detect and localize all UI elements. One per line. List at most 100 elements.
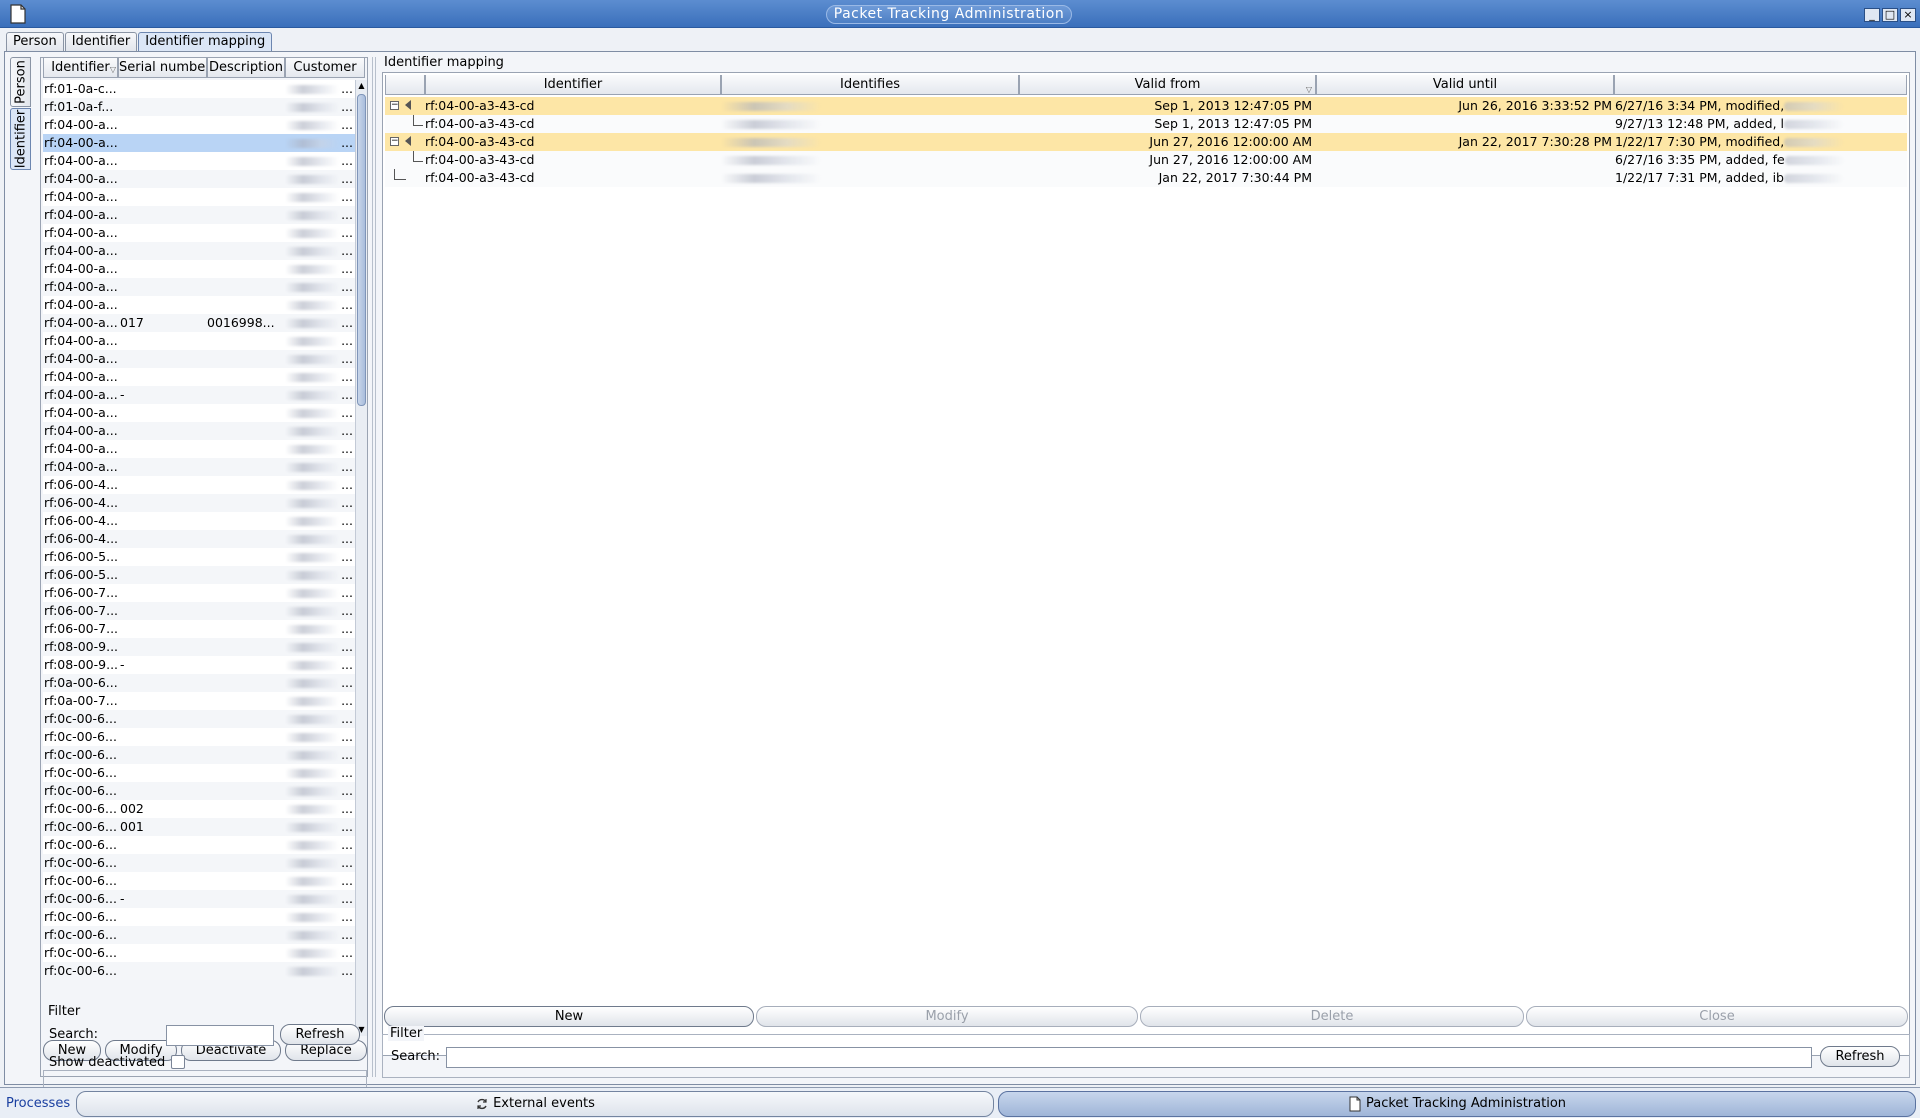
table-row[interactable]: rf:0c-00-6...... [43,908,355,926]
table-row[interactable]: rf:0c-00-6... 002... [43,800,355,818]
redacted-value [285,427,339,436]
table-row[interactable]: rf:04-00-a3-43-cd Jun 27, 2016 12:00:00 A… [385,151,1907,169]
column-header-customer[interactable]: Customer [285,58,365,78]
column-header-tree[interactable] [385,75,425,95]
close-window-button[interactable]: × [1900,8,1916,22]
table-row[interactable]: rf:04-00-a...... [43,206,355,224]
table-row[interactable]: rf:0c-00-6...... [43,782,355,800]
table-row[interactable]: rf:0c-00-6...... [43,926,355,944]
table-row[interactable]: rf:0c-00-6...... [43,746,355,764]
show-deactivated-checkbox[interactable] [171,1055,185,1069]
right-refresh-button[interactable]: Refresh [1820,1046,1900,1067]
table-row[interactable]: rf:0c-00-6...... [43,944,355,962]
column-header-valid-from[interactable]: Valid from ▽ [1019,75,1316,95]
table-row[interactable]: rf:04-00-a... -... [43,386,355,404]
table-row[interactable]: rf:06-00-5...... [43,548,355,566]
table-row[interactable]: rf:06-00-5...... [43,566,355,584]
table-row[interactable]: − rf:04-00-a3-43-cd Sep 1, 2013 12:47:05 P… [385,97,1907,115]
cell-serial-number [118,224,207,242]
table-row[interactable]: rf:04-00-a...... [43,242,355,260]
new-mapping-button[interactable]: New [384,1006,754,1027]
table-row[interactable]: rf:04-00-a...... [43,152,355,170]
table-row[interactable]: rf:04-00-a...... [43,278,355,296]
table-row[interactable]: rf:04-00-a...... [43,170,355,188]
table-row[interactable]: rf:06-00-7...... [43,620,355,638]
table-row[interactable]: rf:0c-00-6...... [43,728,355,746]
cell-serial-number [118,116,207,134]
table-row[interactable]: rf:04-00-a...... [43,224,355,242]
table-row[interactable]: rf:04-00-a...... [43,260,355,278]
table-row[interactable]: rf:04-00-a...... [43,134,355,152]
task-packet-tracking-administration[interactable]: Packet Tracking Administration [998,1091,1916,1117]
maximize-button[interactable]: □ [1882,8,1898,22]
table-row[interactable]: rf:0a-00-7...... [43,692,355,710]
table-row[interactable]: rf:01-0a-c...... [43,80,355,98]
table-row[interactable]: rf:04-00-a...... [43,404,355,422]
column-header-history[interactable] [1614,75,1907,95]
table-row[interactable]: rf:04-00-a... 017 0016998...... [43,314,355,332]
modify-mapping-button[interactable]: Modify [756,1006,1138,1027]
table-row[interactable]: rf:06-00-4...... [43,494,355,512]
column-header-serial-number[interactable]: Serial number [118,58,207,78]
table-row[interactable]: rf:0c-00-6... -... [43,890,355,908]
column-header-description[interactable]: Description [207,58,285,78]
cell-description [207,242,285,260]
side-tab-person[interactable]: Person [10,57,31,107]
side-tab-identifier[interactable]: Identifier [10,108,31,170]
cell-serial-number [118,512,207,530]
task-external-events[interactable]: External events [76,1091,994,1117]
table-row[interactable]: rf:04-00-a...... [43,116,355,134]
table-row[interactable]: rf:04-00-a3-43-cd Jan 22, 2017 7:30:44 PM… [385,169,1907,187]
processes-label[interactable]: Processes [6,1096,70,1111]
collapse-icon[interactable]: − [390,101,399,110]
cell-serial-number [118,296,207,314]
table-row[interactable]: rf:04-00-a3-43-cd Sep 1, 2013 12:47:05 PM… [385,115,1907,133]
scrollbar-thumb[interactable] [357,94,366,406]
table-row[interactable]: rf:0c-00-6...... [43,854,355,872]
column-header-identifies[interactable]: Identifies [721,75,1019,95]
table-row[interactable]: rf:06-00-4...... [43,530,355,548]
table-row[interactable]: rf:04-00-a...... [43,350,355,368]
scroll-up-icon[interactable]: ▲ [356,80,367,92]
left-search-input[interactable] [166,1025,274,1046]
table-row[interactable]: rf:08-00-9... -... [43,656,355,674]
column-header-valid-until[interactable]: Valid until [1316,75,1614,95]
table-row[interactable]: rf:0c-00-6...... [43,710,355,728]
table-row[interactable]: rf:04-00-a...... [43,368,355,386]
left-refresh-button[interactable]: Refresh [280,1024,360,1045]
table-row[interactable]: rf:06-00-4...... [43,476,355,494]
close-mapping-button[interactable]: Close [1526,1006,1908,1027]
table-row[interactable]: rf:04-00-a...... [43,422,355,440]
table-row[interactable]: rf:0c-00-6...... [43,872,355,890]
tab-identifier-mapping[interactable]: Identifier mapping [138,32,273,51]
table-row[interactable]: rf:0a-00-6...... [43,674,355,692]
tab-identifier[interactable]: Identifier [64,32,138,51]
table-row[interactable]: rf:04-00-a...... [43,332,355,350]
delete-mapping-button[interactable]: Delete [1140,1006,1524,1027]
table-row[interactable]: rf:0c-00-6...... [43,764,355,782]
tab-person[interactable]: Person [6,32,64,51]
table-row[interactable]: rf:04-00-a...... [43,188,355,206]
right-search-input[interactable] [446,1047,1812,1068]
table-row[interactable]: rf:06-00-7...... [43,602,355,620]
collapse-icon[interactable]: − [390,137,399,146]
table-row[interactable]: rf:04-00-a...... [43,296,355,314]
table-row[interactable]: rf:01-0a-f...... [43,98,355,116]
minimize-button[interactable]: _ [1864,8,1880,22]
cell-serial-number [118,566,207,584]
table-row[interactable]: rf:04-00-a...... [43,440,355,458]
table-row[interactable]: rf:0c-00-6...... [43,962,355,980]
cell-identifier: rf:04-00-a... [44,171,118,186]
table-row[interactable]: rf:0c-00-6... 001... [43,818,355,836]
identifier-table-scrollbar[interactable]: ▲ ▼ [355,80,367,1036]
table-row[interactable]: rf:04-00-a...... [43,458,355,476]
table-row[interactable]: rf:06-00-7...... [43,584,355,602]
column-header-identifier[interactable]: Identifier ▽ [43,58,118,78]
redacted-value [285,787,339,796]
column-header-mapping-identifier[interactable]: Identifier [425,75,721,95]
table-row[interactable]: − rf:04-00-a3-43-cd Jun 27, 2016 12:00:00 … [385,133,1907,151]
panel-splitter[interactable] [372,57,376,1077]
table-row[interactable]: rf:08-00-9...... [43,638,355,656]
table-row[interactable]: rf:06-00-4...... [43,512,355,530]
table-row[interactable]: rf:0c-00-6...... [43,836,355,854]
